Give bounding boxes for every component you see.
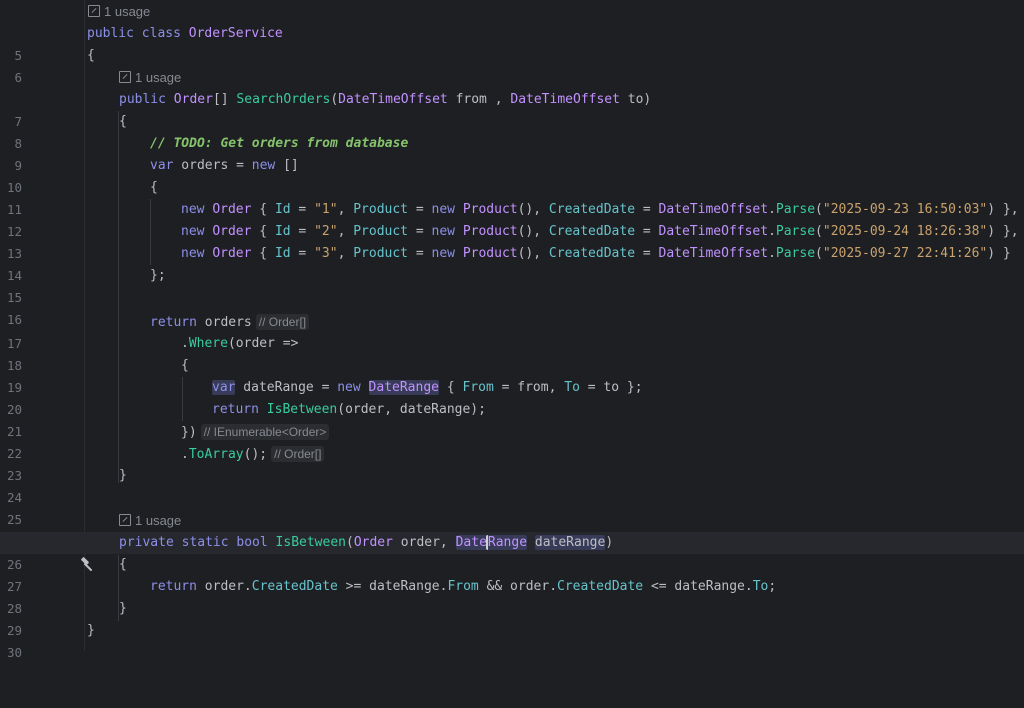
code-line[interactable]: 12 new Order { Id = "1", Product = new P… xyxy=(0,199,1024,239)
type-inlay-hint: // IEnumerable<Order> xyxy=(200,424,330,440)
code-line[interactable]: 16 xyxy=(0,287,1024,327)
line-number: 25 xyxy=(6,512,22,527)
code-line[interactable]: 10 var orders = new [] xyxy=(0,155,1024,195)
navigate-icon xyxy=(88,5,100,17)
code-line[interactable]: 23 .ToArray();// Order[] xyxy=(0,443,1024,483)
code-line[interactable]: 5 public class OrderService xyxy=(0,23,1024,63)
usage-hint[interactable]: 1 usage xyxy=(119,67,181,89)
usage-hint[interactable]: 1 usage xyxy=(88,1,150,23)
code-line[interactable]: 17 return orders// Order[] xyxy=(0,311,1024,351)
code-line[interactable]: 9 // TODO: Get orders from database xyxy=(0,133,1024,173)
type-inlay-hint: // Order[] xyxy=(271,446,325,462)
hammer-icon[interactable] xyxy=(31,535,92,571)
code-line-current[interactable]: 26 private static bool IsBetween(Order o… xyxy=(0,532,1024,572)
code-line[interactable]: 21 return IsBetween(order, dateRange); xyxy=(0,399,1024,439)
type-inlay-hint: // Order[] xyxy=(255,314,310,330)
code-line[interactable]: 7 public Order[] SearchOrders(DateTimeOf… xyxy=(0,89,1024,129)
navigate-icon xyxy=(119,71,131,83)
code-line[interactable]: 30 } xyxy=(0,620,1024,660)
code-line[interactable]: 15 }; xyxy=(0,265,1024,305)
code-line[interactable]: 8 { xyxy=(0,111,1024,151)
usage-hint[interactable]: 1 usage xyxy=(119,510,181,532)
code-line[interactable]: 13 new Order { Id = "2", Product = new P… xyxy=(0,221,1024,261)
code-line[interactable]: 25 xyxy=(0,487,1024,527)
code-line[interactable]: 18 .Where(order => xyxy=(0,333,1024,373)
line-number: 6 xyxy=(14,70,22,85)
code-line[interactable]: 6 { xyxy=(0,45,1024,85)
code-line[interactable]: 19 { xyxy=(0,355,1024,395)
code-line[interactable]: 11 { xyxy=(0,177,1024,217)
code-line[interactable]: 24 } xyxy=(0,465,1024,505)
code-line[interactable]: 20 var dateRange = new DateRange { From … xyxy=(0,377,1024,417)
navigate-icon xyxy=(119,514,131,526)
line-number: 30 xyxy=(6,645,22,660)
code-line[interactable]: 29 } xyxy=(0,598,1024,638)
code-line[interactable]: 28 return order.CreatedDate >= dateRange… xyxy=(0,576,1024,616)
text-caret: Range xyxy=(485,535,528,550)
code-line[interactable]: 14 new Order { Id = "3", Product = new P… xyxy=(0,243,1024,283)
code-line[interactable]: 22 })// IEnumerable<Order> xyxy=(0,421,1024,461)
code-line[interactable]: 27 { xyxy=(0,554,1024,594)
